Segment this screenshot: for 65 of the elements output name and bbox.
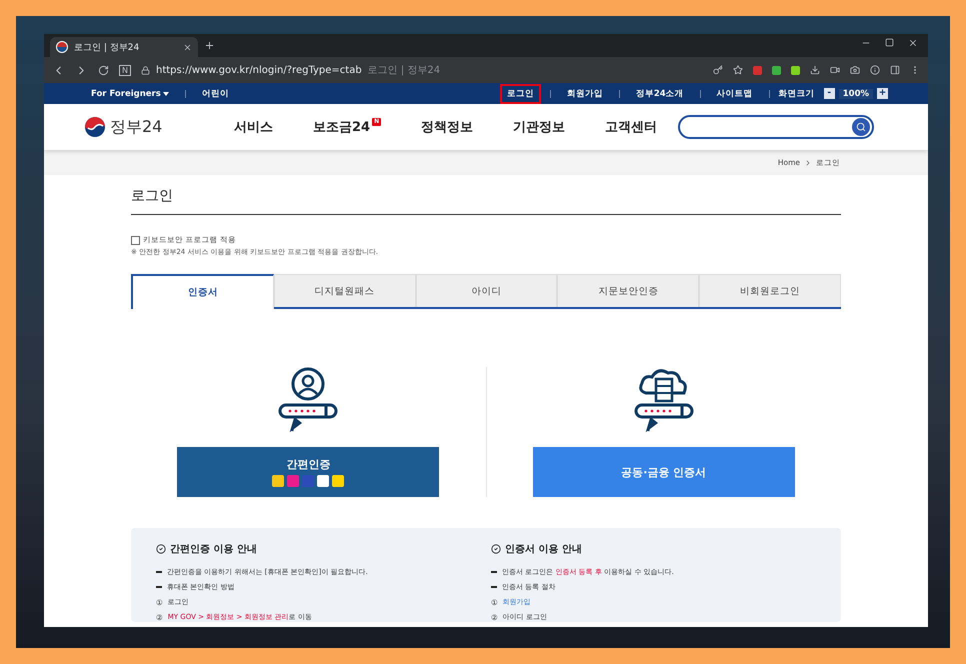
- star-icon[interactable]: [733, 65, 743, 75]
- logo-text[interactable]: 정부24: [110, 116, 162, 138]
- search-icon: [856, 122, 866, 132]
- dash-icon: [491, 586, 497, 588]
- search-button[interactable]: [852, 118, 870, 136]
- video-icon[interactable]: [830, 65, 840, 75]
- reader-button[interactable]: N: [119, 64, 131, 76]
- login-tab[interactable]: 디지털원패스: [274, 274, 416, 307]
- reload-icon[interactable]: [98, 64, 109, 76]
- dash-icon: [156, 571, 162, 573]
- dash-icon: [491, 571, 497, 573]
- top-link[interactable]: 정부24소개: [628, 84, 691, 104]
- tab-title: 로그인 | 정부24: [74, 42, 140, 54]
- app-logo-icon: [317, 475, 330, 487]
- nav-link[interactable]: 서비스: [234, 118, 273, 136]
- download-icon[interactable]: [810, 65, 820, 75]
- login-button[interactable]: 공동·금융 인증서: [532, 447, 795, 497]
- zoom-out-button[interactable]: -: [824, 88, 835, 99]
- search-field[interactable]: [678, 115, 874, 139]
- extension-icon[interactable]: [791, 66, 800, 74]
- app-logo-icon: [302, 475, 314, 487]
- lock-icon: [140, 66, 150, 74]
- flag-icon: [56, 41, 68, 53]
- login-button[interactable]: 간편인증: [177, 447, 440, 497]
- person-login-drawing: [276, 367, 340, 433]
- zoom-value: 100%: [838, 88, 873, 98]
- app-logo-icon: [272, 475, 284, 487]
- top-link[interactable]: 로그인: [500, 84, 541, 104]
- top-link[interactable]: 어린이: [194, 84, 236, 104]
- zoom-label: 화면크기: [778, 88, 815, 100]
- emblem-icon: [84, 116, 106, 138]
- maximize-icon[interactable]: [885, 38, 894, 48]
- sidebar-icon[interactable]: [890, 65, 900, 75]
- login-tab[interactable]: 인증서: [131, 274, 274, 309]
- top-link[interactable]: For Foreigners: [84, 84, 176, 102]
- close-icon[interactable]: [908, 38, 918, 48]
- top-link[interactable]: 사이트맵: [710, 84, 760, 104]
- browser-tab[interactable]: 로그인 | 정부24: [50, 37, 198, 57]
- app-logo-icon: [287, 475, 300, 487]
- key-icon[interactable]: [713, 65, 723, 75]
- top-link[interactable]: 회원가입: [560, 84, 610, 104]
- guide-title: 인증서 이용 안내: [505, 543, 582, 556]
- cloud-server-login-drawing: [632, 367, 696, 433]
- new-tab-icon[interactable]: [204, 40, 215, 51]
- page-title: 로그인: [131, 187, 841, 215]
- extension-icon[interactable]: [772, 66, 781, 74]
- close-icon[interactable]: [183, 42, 192, 52]
- nav-link[interactable]: 기관정보: [513, 118, 566, 136]
- checkbox[interactable]: [131, 236, 140, 244]
- login-tab[interactable]: 지문보안인증: [557, 274, 700, 307]
- page-title-text: 로그인 | 정부24: [368, 64, 440, 77]
- check-circle-icon: [491, 544, 501, 554]
- camera-icon[interactable]: [850, 65, 860, 75]
- login-tab[interactable]: 비회원로그인: [699, 274, 841, 307]
- zoom-in-button[interactable]: +: [877, 88, 888, 99]
- info-icon[interactable]: [870, 65, 880, 75]
- check-circle-icon: [156, 544, 166, 554]
- guide-title: 간편인증 이용 안내: [170, 543, 257, 556]
- login-tab[interactable]: 아이디: [416, 274, 558, 307]
- nav-link[interactable]: 정책정보: [421, 118, 474, 136]
- url-text[interactable]: https://www.gov.kr/nlogin/?regType=ctab: [156, 64, 362, 76]
- chevron-icon: [804, 158, 812, 166]
- app-logo-icon: [332, 475, 344, 487]
- nav-link[interactable]: 고객센터: [605, 118, 658, 136]
- dash-icon: [156, 586, 162, 588]
